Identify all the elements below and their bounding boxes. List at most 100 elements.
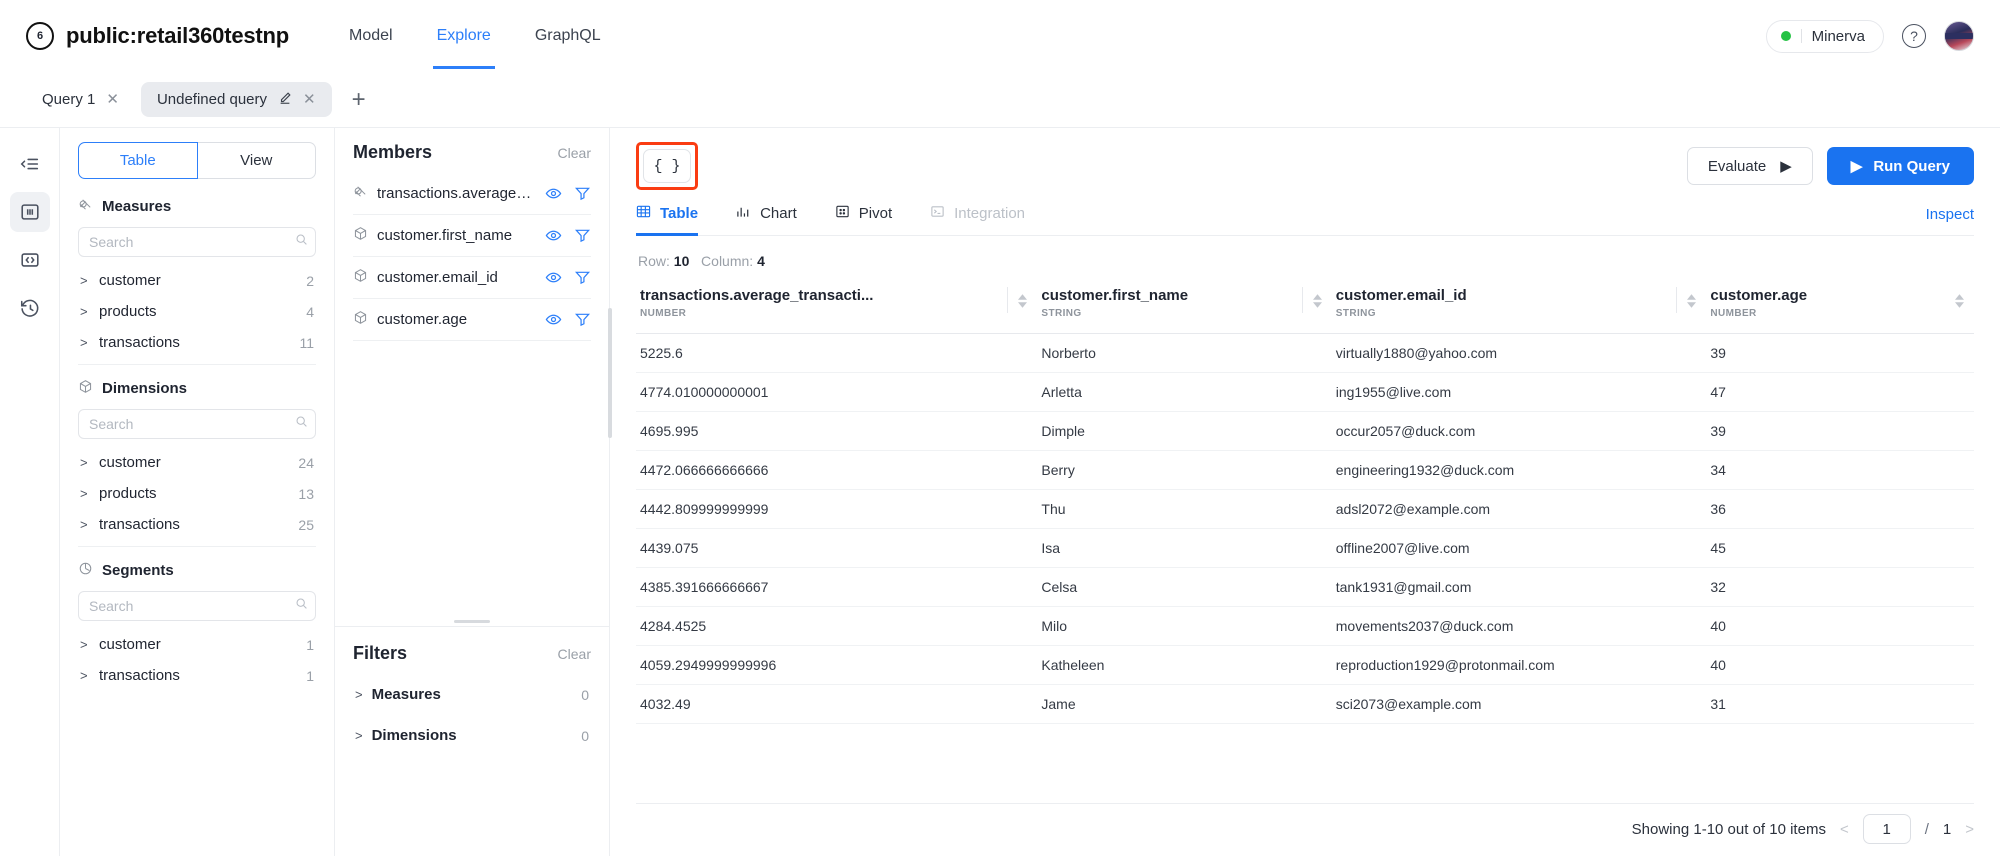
cell-first-name: Milo: [1037, 606, 1332, 646]
members-section: Members Clear transactions.average_tra..…: [335, 128, 609, 616]
filters-title: Filters: [353, 643, 408, 663]
user-avatar[interactable]: [1944, 21, 1974, 51]
table-row[interactable]: 4032.49 Jame sci2073@example.com 31: [636, 684, 1974, 724]
sort-toggle-icon[interactable]: [1007, 287, 1028, 313]
filter-funnel-icon[interactable]: [574, 269, 591, 286]
nav-item-explore[interactable]: Explore: [432, 3, 496, 69]
question-mark-icon[interactable]: ?: [1902, 24, 1926, 48]
play-triangle-icon: ▶: [1850, 158, 1863, 175]
sort-toggle-icon[interactable]: [1945, 287, 1964, 313]
play-triangle-icon: ▶: [1780, 158, 1792, 175]
search-input[interactable]: [78, 591, 316, 621]
page-number-input[interactable]: [1862, 814, 1911, 844]
inspect-link[interactable]: Inspect: [1926, 206, 1974, 235]
query-tab-1[interactable]: Query 1 ✕: [26, 82, 135, 117]
table-row[interactable]: 4472.066666666666 Berry engineering1932@…: [636, 450, 1974, 490]
code-brackets-icon[interactable]: [10, 240, 50, 280]
columns-layout-icon[interactable]: [9, 192, 50, 232]
json-query-button[interactable]: { }: [643, 149, 691, 183]
nav-item-graphql[interactable]: GraphQL: [535, 3, 601, 69]
filter-group-dimensions[interactable]: > Dimensions 0: [353, 715, 591, 756]
cube-dimensions-customer[interactable]: > customer 24: [78, 447, 316, 478]
history-clock-icon[interactable]: [10, 288, 50, 328]
close-icon[interactable]: ✕: [303, 92, 316, 107]
toggle-view[interactable]: View: [197, 142, 316, 179]
cell-age: 34: [1706, 450, 1974, 490]
evaluate-button[interactable]: Evaluate ▶: [1686, 147, 1813, 185]
cell-email-id: tank1931@gmail.com: [1331, 567, 1707, 607]
chevron-left-icon[interactable]: <: [1840, 821, 1849, 838]
filters-clear-button[interactable]: Clear: [558, 646, 591, 662]
table-row[interactable]: 4284.4525 Milo movements2037@duck.com 40: [636, 606, 1974, 646]
tab-table[interactable]: Table: [636, 204, 699, 236]
table-body: 5225.6 Norberto virtually1880@yahoo.com …: [636, 333, 1974, 724]
cube-measures-transactions[interactable]: > transactions 11: [78, 327, 316, 358]
toggle-table[interactable]: Table: [78, 142, 198, 179]
cell-first-name: Katheleen: [1037, 645, 1332, 685]
search-input[interactable]: [78, 227, 316, 257]
sort-toggle-icon[interactable]: [1676, 287, 1697, 313]
panel-scrollbar[interactable]: [608, 308, 612, 438]
tab-chart[interactable]: Chart: [736, 204, 797, 235]
measures-search: [78, 227, 316, 257]
run-query-label: Run Query: [1873, 157, 1950, 175]
eye-visibility-icon[interactable]: [545, 227, 562, 244]
column-header-average-transaction[interactable]: transactions.average_transacti... NUMBER: [636, 281, 1038, 334]
nav-item-model[interactable]: Model: [349, 3, 393, 69]
eye-visibility-icon[interactable]: [545, 311, 562, 328]
panel-resize-handle[interactable]: [335, 616, 609, 626]
query-tab-label: Undefined query: [156, 91, 268, 108]
table-row[interactable]: 4695.995 Dimple occur2057@duck.com 39: [636, 411, 1974, 451]
pencil-edit-icon[interactable]: [278, 91, 292, 108]
member-row[interactable]: transactions.average_tra...: [353, 173, 591, 215]
sort-toggle-icon[interactable]: [1301, 287, 1322, 313]
cube-measures-customer[interactable]: > customer 2: [78, 265, 316, 296]
column-header-age[interactable]: customer.age NUMBER: [1706, 281, 1974, 334]
column-header-email-id[interactable]: customer.email_id STRING: [1331, 281, 1707, 334]
filter-funnel-icon[interactable]: [574, 311, 591, 328]
filter-funnel-icon[interactable]: [574, 227, 591, 244]
cube-segments-customer[interactable]: > customer 1: [78, 629, 316, 660]
showing-items-text: Showing 1-10 out of 10 items: [1631, 820, 1826, 838]
cube-name: transactions: [99, 667, 180, 684]
member-row[interactable]: customer.age: [353, 299, 591, 341]
table-row[interactable]: 4442.809999999999 Thu adsl2072@example.c…: [636, 489, 1974, 529]
search-input[interactable]: [78, 409, 316, 439]
cube-dimensions-transactions[interactable]: > transactions 25: [78, 509, 316, 540]
cube-name: customer: [99, 636, 161, 653]
table-row[interactable]: 4059.2949999999996 Katheleen reproductio…: [636, 645, 1974, 685]
eye-visibility-icon[interactable]: [545, 269, 562, 286]
table-row[interactable]: 4385.391666666667 Celsa tank1931@gmail.c…: [636, 567, 1974, 607]
cell-first-name: Celsa: [1037, 567, 1332, 607]
column-count: 4: [757, 253, 765, 269]
chevron-right-icon: >: [355, 687, 363, 702]
environment-badge[interactable]: Minerva: [1765, 19, 1884, 53]
table-row[interactable]: 5225.6 Norberto virtually1880@yahoo.com …: [636, 333, 1974, 373]
explorer-panel: Table View Measures > customer 2: [60, 128, 335, 856]
tab-pivot[interactable]: Pivot: [835, 204, 892, 235]
header-actions: Minerva ?: [1765, 19, 1974, 53]
close-icon[interactable]: ✕: [106, 92, 119, 107]
collapse-panel-icon[interactable]: [10, 144, 50, 184]
chevron-right-icon[interactable]: >: [1965, 821, 1974, 838]
query-tab-undefined-query[interactable]: Undefined query ✕: [140, 82, 332, 117]
group-segments: Segments > customer 1 > transactions 1: [78, 546, 316, 697]
add-query-tab-button[interactable]: +: [338, 87, 380, 112]
tab-label: Pivot: [858, 205, 893, 222]
eye-visibility-icon[interactable]: [545, 185, 562, 202]
filter-group-measures[interactable]: > Measures 0: [353, 674, 591, 715]
results-toolbar: { } Evaluate ▶ ▶ Run Query: [636, 128, 1974, 190]
member-row[interactable]: customer.first_name: [353, 215, 591, 257]
members-clear-button[interactable]: Clear: [558, 145, 591, 161]
column-header-first-name[interactable]: customer.first_name STRING: [1037, 281, 1332, 334]
cube-dimensions-products[interactable]: > products 13: [78, 478, 316, 509]
member-row[interactable]: customer.email_id: [353, 257, 591, 299]
table-pagination: Showing 1-10 out of 10 items < / 1 >: [636, 803, 1974, 856]
filter-funnel-icon[interactable]: [574, 185, 591, 202]
cube-segments-transactions[interactable]: > transactions 1: [78, 660, 316, 691]
run-query-button[interactable]: ▶ Run Query: [1826, 147, 1974, 185]
cube-measures-products[interactable]: > products 4: [78, 296, 316, 327]
table-row[interactable]: 4774.010000000001 Arletta ing1955@live.c…: [636, 372, 1974, 412]
dimensions-search: [78, 409, 316, 439]
table-row[interactable]: 4439.075 Isa offline2007@live.com 45: [636, 528, 1974, 568]
